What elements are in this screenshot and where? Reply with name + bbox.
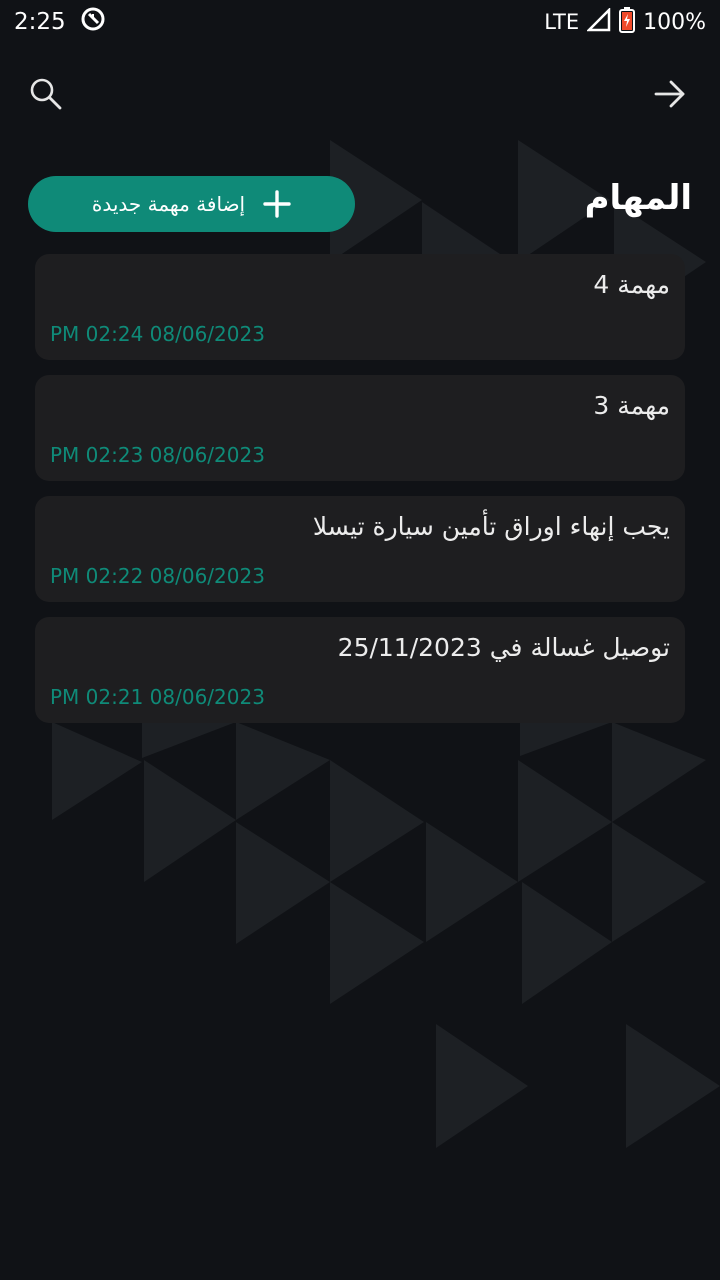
task-card[interactable]: توصيل غسالة في 25/11/2023 PM 02:21 08/06… xyxy=(35,617,685,723)
task-card[interactable]: مهمة 3 PM 02:23 08/06/2023 xyxy=(35,375,685,481)
task-date: PM 02:24 08/06/2023 xyxy=(50,322,265,346)
add-task-label: إضافة مهمة جديدة xyxy=(91,192,246,216)
signal-icon xyxy=(586,6,611,37)
task-title: توصيل غسالة في 25/11/2023 xyxy=(337,633,670,662)
task-title: مهمة 3 xyxy=(593,391,670,420)
arrow-right-icon xyxy=(654,80,685,108)
add-task-button[interactable]: إضافة مهمة جديدة xyxy=(28,176,355,232)
task-card[interactable]: يجب إنهاء اوراق تأمين سيارة تيسلا PM 02:… xyxy=(35,496,685,602)
back-button[interactable] xyxy=(648,72,692,116)
page-title: المهام xyxy=(584,178,692,218)
battery-percent: 100% xyxy=(643,9,706,35)
task-date: PM 02:23 08/06/2023 xyxy=(50,443,265,467)
task-card[interactable]: مهمة 4 PM 02:24 08/06/2023 xyxy=(35,254,685,360)
status-bar: 2:25 LTE 100% xyxy=(0,0,720,44)
tasks-header: إضافة مهمة جديدة المهام xyxy=(28,176,692,232)
task-date: PM 02:21 08/06/2023 xyxy=(50,685,265,709)
top-app-bar xyxy=(0,64,720,120)
task-title: يجب إنهاء اوراق تأمين سيارة تيسلا xyxy=(312,512,670,541)
notification-icon xyxy=(80,6,106,38)
status-time: 2:25 xyxy=(14,9,66,35)
task-title: مهمة 4 xyxy=(593,270,670,299)
search-icon xyxy=(30,78,62,110)
search-button[interactable] xyxy=(24,72,68,116)
task-date: PM 02:22 08/06/2023 xyxy=(50,564,265,588)
network-type: LTE xyxy=(544,10,580,34)
plus-icon xyxy=(263,190,291,218)
task-list: مهمة 4 PM 02:24 08/06/2023 مهمة 3 PM 02:… xyxy=(35,254,685,738)
battery-icon xyxy=(619,6,636,38)
